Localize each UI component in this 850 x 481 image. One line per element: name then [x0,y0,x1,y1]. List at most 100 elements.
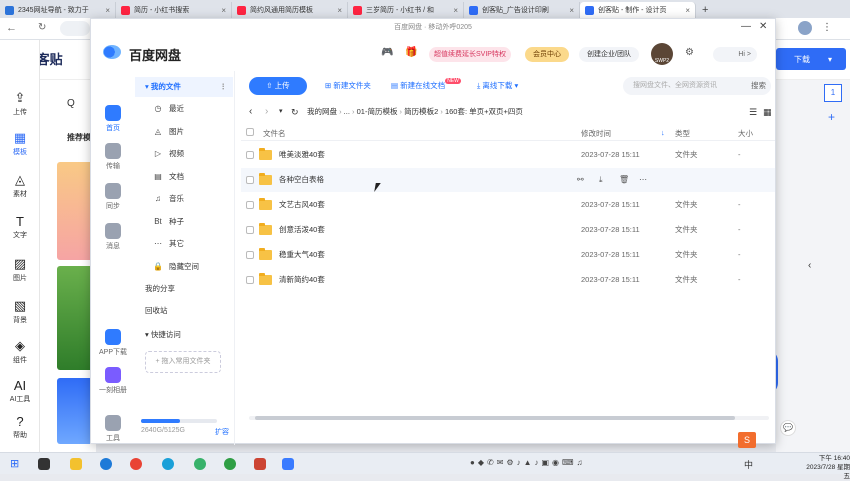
rail-item[interactable]: 传输 [91,143,135,171]
more-icon[interactable]: ⋮ [220,77,228,97]
row-checkbox[interactable] [246,276,254,284]
browser-tab[interactable]: 三岁简历 - 小红书 / 和 × [348,2,464,18]
search-input[interactable]: 搜网盘文件、全网资源资讯 [623,77,771,95]
gift-icon[interactable]: 🎁 [405,47,417,58]
file-explorer-icon[interactable] [70,458,82,470]
rail-item[interactable]: 首页 [91,105,135,133]
rail-item[interactable]: 工具 [91,415,135,443]
nav-category-item[interactable]: ▤ 文档 [135,167,233,187]
site-nav-item[interactable]: ◈ 组件 [0,338,40,365]
chat-icon[interactable]: 💬 [780,420,796,436]
baidu-pan-taskbar-icon[interactable] [282,458,294,470]
table-row[interactable]: 稳重大气40套 2023-07-28 15:11 文件夹 - [241,243,775,267]
sort-icon[interactable]: ☰ [749,105,757,119]
search-button[interactable]: 搜索 [751,77,766,95]
site-nav-item[interactable]: ▧ 背景 [0,298,40,325]
file-name[interactable]: 文艺古风40套 [279,193,325,217]
browser-icon[interactable] [162,458,174,470]
breadcrumb-item[interactable]: 简历模板2 [404,107,438,116]
offline-download-button[interactable]: ⤓ 离线下载 ▾ [477,77,518,95]
refresh-icon[interactable]: ↻ [38,22,46,33]
horizontal-scrollbar[interactable] [249,416,769,420]
file-name[interactable]: 清新简约40套 [279,268,325,292]
chrome-icon[interactable] [130,458,142,470]
col-modified[interactable]: 修改时间 [581,128,611,139]
row-checkbox[interactable] [246,226,254,234]
nav-category-item[interactable]: ♫ 音乐 [135,189,233,209]
breadcrumb-item[interactable]: 160套: 单页+双页+四页 [445,107,523,116]
site-nav-item[interactable]: ? 帮助 [0,414,40,440]
new-online-doc-button[interactable]: ▤ 新建在线文档 NEW [391,77,461,95]
tab-close-icon[interactable]: × [102,6,110,15]
table-row[interactable]: 各种空白表格 ⚯ ⤓ 🗑 ⋯ [241,168,775,192]
chevron-down-icon[interactable]: ▾ [828,55,832,64]
create-team-button[interactable]: 创建企业/团队 [579,47,639,62]
expand-storage-link[interactable]: 扩容 [215,427,229,437]
nav-my-share[interactable]: 我的分享 [135,279,233,299]
history-dropdown-icon[interactable]: ▾ [279,105,283,119]
close-icon[interactable]: ✕ [759,21,767,32]
rail-item[interactable]: APP下载 [91,329,135,357]
search-icon[interactable]: Q [67,98,75,109]
col-name[interactable]: 文件名 [263,128,286,139]
row-checkbox[interactable] [246,176,254,184]
app-icon[interactable] [254,458,266,470]
system-clock[interactable]: 下午 16:40 2023/7/28 星期五 [804,454,850,481]
col-size[interactable]: 大小 [738,128,753,139]
tab-close-icon[interactable]: × [682,6,690,15]
member-center-button[interactable]: 会员中心 [525,47,569,62]
rail-item[interactable]: 同步 [91,183,135,211]
back-icon[interactable]: ‹ [249,105,252,119]
select-all-checkbox[interactable] [246,128,254,136]
edge-icon[interactable] [100,458,112,470]
minimize-icon[interactable]: — [741,21,751,32]
ime-indicator[interactable]: 中 [744,458,753,471]
menu-icon[interactable]: ⋮ [822,22,832,33]
delete-icon[interactable]: 🗑 [619,168,629,192]
table-row[interactable]: 唯美淡雅40套 2023-07-28 15:11 文件夹 - [241,143,775,167]
nav-category-item[interactable]: ⋯ 其它 [135,234,233,254]
share-icon[interactable]: ⚯ [577,168,584,192]
more-icon[interactable]: ⋯ [639,168,647,192]
grid-view-icon[interactable]: ▦ [763,105,772,119]
new-folder-button[interactable]: ⊞ 新建文件夹 [325,77,371,95]
row-checkbox[interactable] [246,201,254,209]
rail-item[interactable]: 消息 [91,223,135,251]
settings-icon[interactable]: ⚙ [685,47,694,58]
col-type[interactable]: 类型 [675,128,690,139]
breadcrumb-item[interactable]: 我的网盘 [307,107,337,116]
tab-close-icon[interactable]: × [566,6,574,15]
task-view-icon[interactable] [38,458,50,470]
refresh-icon[interactable]: ↻ [291,105,299,119]
nav-quick-access[interactable]: ▾ 快捷访问 [135,325,233,345]
browser-tab[interactable]: 2345网址导航 - 致力于 × [0,2,116,18]
page-thumbnail[interactable]: 1 [824,84,842,102]
nav-recycle-bin[interactable]: 回收站 [135,301,233,321]
site-nav-item[interactable]: ▦ 模板 [0,130,40,157]
browser-tab[interactable]: 简历 - 小红书搜索 × [116,2,232,18]
browser-tab[interactable]: 创客贴 - 制作 - 设计页 × [580,2,696,18]
tab-close-icon[interactable]: × [218,6,226,15]
hi-assistant-button[interactable]: Hi > [713,47,757,62]
site-nav-item[interactable]: ◬ 素材 [0,172,40,199]
address-field[interactable] [60,21,90,36]
game-icon[interactable]: 🎮 [381,47,393,58]
sogou-ime-icon[interactable]: S [738,432,756,448]
table-row[interactable]: 文艺古风40套 2023-07-28 15:11 文件夹 - [241,193,775,217]
forward-icon[interactable]: › [265,105,268,119]
file-name[interactable]: 唯美淡雅40套 [279,143,325,167]
tab-close-icon[interactable]: × [450,6,458,15]
nav-category-item[interactable]: ▷ 视频 [135,144,233,164]
back-icon[interactable]: ← [6,22,17,34]
scrollbar-thumb[interactable] [255,416,735,420]
nav-category-item[interactable]: Bt 种子 [135,212,233,232]
browser-tab[interactable]: 简约风通用简历模板 × [232,2,348,18]
svip-promo-button[interactable]: 超值续费延长SVIP特权 [429,47,511,62]
upload-button[interactable]: ⇧ 上传 [249,77,307,95]
file-name[interactable]: 各种空白表格 [279,168,324,192]
recommend-tab[interactable]: 推荐模 [67,132,91,143]
row-checkbox[interactable] [246,251,254,259]
tray-icons[interactable]: ●◆✆✉⚙♪▲♪▣◉⌨♫ [470,458,586,467]
start-icon[interactable]: ⊞ [10,457,19,470]
file-name[interactable]: 创意活泼40套 [279,218,325,242]
